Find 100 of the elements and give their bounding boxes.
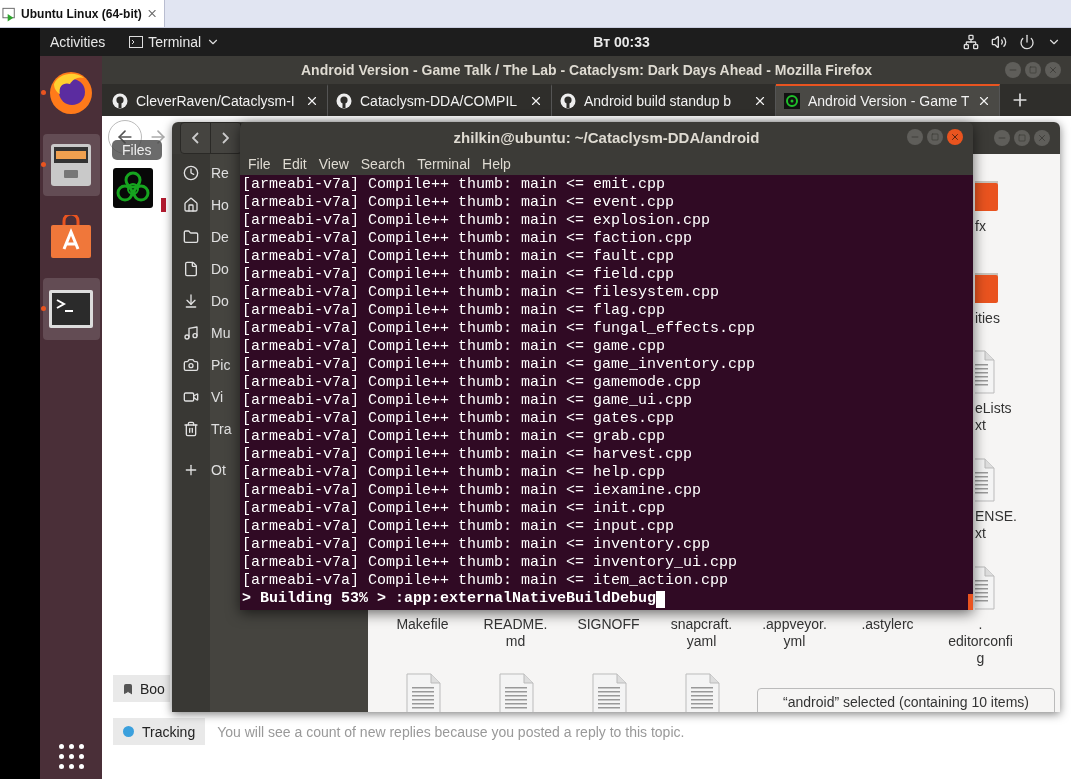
document-icon[interactable] [975,350,995,394]
download-icon [183,293,199,309]
document-icon[interactable] [404,673,441,712]
tooltip: Files [112,140,162,160]
forward-icon [222,132,229,144]
sidebar-item[interactable]: Ho [172,189,240,221]
file-name: .astylerc [861,616,914,633]
plus-icon [183,462,199,478]
maximize-icon [1029,66,1037,74]
volume-icon[interactable] [991,34,1007,50]
sidebar-item[interactable]: Re [172,157,240,189]
close-icon[interactable] [753,94,767,108]
close-icon[interactable] [305,94,319,108]
browser-tab[interactable]: Android Version - Game T [776,84,1000,116]
file-name: README. [483,616,548,633]
sidebar-item[interactable]: Do [172,253,240,285]
firefox-icon[interactable] [48,70,94,116]
sidebar-item[interactable]: Tra [172,413,240,445]
terminal-line: [armeabi-v7a] Compile++ thumb: main <= fungal_effects.cpp [242,320,757,338]
document-icon[interactable] [975,458,995,502]
terminal-line: [armeabi-v7a] Compile++ thumb: main <= inventory_ui.cpp [242,554,739,572]
terminal-line: [armeabi-v7a] Compile++ thumb: main <= gamemode.cpp [242,374,703,392]
sidebar-item[interactable]: De [172,221,240,253]
sidebar-item[interactable]: Pic [172,349,240,381]
file-name: yml [783,633,806,650]
file-name: xt [975,525,986,542]
menu-item[interactable]: File [242,155,277,172]
video-camera-icon [183,389,199,405]
menu-item[interactable]: Search [354,155,412,172]
tab-label: Ubuntu Linux (64-bit) [21,6,142,21]
terminal-line: [armeabi-v7a] Compile++ thumb: main <= fault.cpp [242,248,676,266]
file-cabinet-icon[interactable] [49,142,93,188]
file-name: editorconfi [948,633,1013,650]
bookmark-button[interactable]: Boo [113,675,170,702]
biohazard-icon [784,93,800,109]
terminal-line: [armeabi-v7a] Compile++ thumb: main <= explosion.cpp [242,212,712,230]
terminal-line: [armeabi-v7a] Compile++ thumb: main <= inventory.cpp [242,536,712,554]
file-name: md [505,633,526,650]
status-dot [123,726,134,737]
menu-item[interactable]: View [312,155,355,172]
file-name: ENSE. [975,508,1017,525]
menu-item[interactable]: Help [476,155,517,172]
close-icon [950,132,960,142]
document-icon[interactable] [497,673,534,712]
maximize-icon [1018,134,1026,142]
status-bar: “android” selected (containing 10 items) [757,688,1055,712]
sidebar-item[interactable]: Ot [172,454,240,486]
file-name: ities [975,310,1000,327]
document-icon[interactable] [590,673,627,712]
dock-item-highlight[interactable] [42,134,100,196]
maximize-icon [931,133,939,141]
terminal-line: [armeabi-v7a] Compile++ thumb: main <= iexamine.cpp [242,482,703,500]
vm-tab[interactable]: Ubuntu Linux (64-bit) [0,0,165,27]
terminal-line: [armeabi-v7a] Compile++ thumb: main <= grab.cpp [242,428,667,446]
app-grid-icon[interactable] [58,744,84,769]
close-button[interactable] [947,129,963,145]
sidebar-item[interactable]: Mu [172,317,240,349]
file-name: xt [975,417,986,434]
close-icon [1048,65,1058,75]
tracking-button[interactable]: Tracking [113,718,206,745]
activities-button[interactable]: Activities [50,34,106,50]
category-badge [161,198,166,212]
document-icon[interactable] [683,673,720,712]
clock-icon [183,165,199,181]
file-name: fx [975,218,986,235]
camera-icon [183,357,199,373]
dock-item-highlight[interactable] [42,278,100,340]
close-icon[interactable] [529,94,543,108]
back-icon [192,132,199,144]
terminal-line: [armeabi-v7a] Compile++ thumb: main <= game_ui.cpp [242,392,694,410]
document-icon[interactable] [975,566,995,610]
file-name: SIGNOFF [577,616,640,633]
octocat-icon [336,93,352,109]
tracking-description: You will see a count of new replies because you posted a reply to this topic. [217,723,685,740]
app-menu[interactable]: Terminal [129,34,221,50]
terminal-line: [armeabi-v7a] Compile++ thumb: main <= help.cpp [242,464,667,482]
network-icon[interactable] [963,34,979,50]
terminal-icon[interactable] [48,289,94,329]
close-icon[interactable] [977,94,991,108]
menu-item[interactable]: Terminal [411,155,477,172]
trash-icon [183,421,199,437]
octocat-icon [112,93,128,109]
terminal-icon [129,36,144,48]
music-icon [183,325,199,341]
file-name: eLists [975,400,1012,417]
document-icon [183,261,199,277]
terminal-line: [armeabi-v7a] Compile++ thumb: main <= harvest.cpp [242,446,694,464]
octocat-icon [560,93,576,109]
terminal-line: [armeabi-v7a] Compile++ thumb: main <= event.cpp [242,194,676,212]
menu-item[interactable]: Edit [276,155,313,172]
sidebar-item[interactable]: Do [172,285,240,317]
power-icon[interactable] [1019,34,1035,50]
build-progress-line: > Building 53% > :app:externalNativeBuildDebug [242,590,657,608]
shopping-bag-icon[interactable] [50,215,92,259]
file-name: yaml [686,633,717,650]
text-cursor [656,590,666,608]
sidebar-item[interactable]: Vi [172,381,240,413]
home-icon [183,197,199,213]
terminal-line: [armeabi-v7a] Compile++ thumb: main <= game_inventory.cpp [242,356,757,374]
scrollbar-thumb[interactable] [968,594,973,610]
